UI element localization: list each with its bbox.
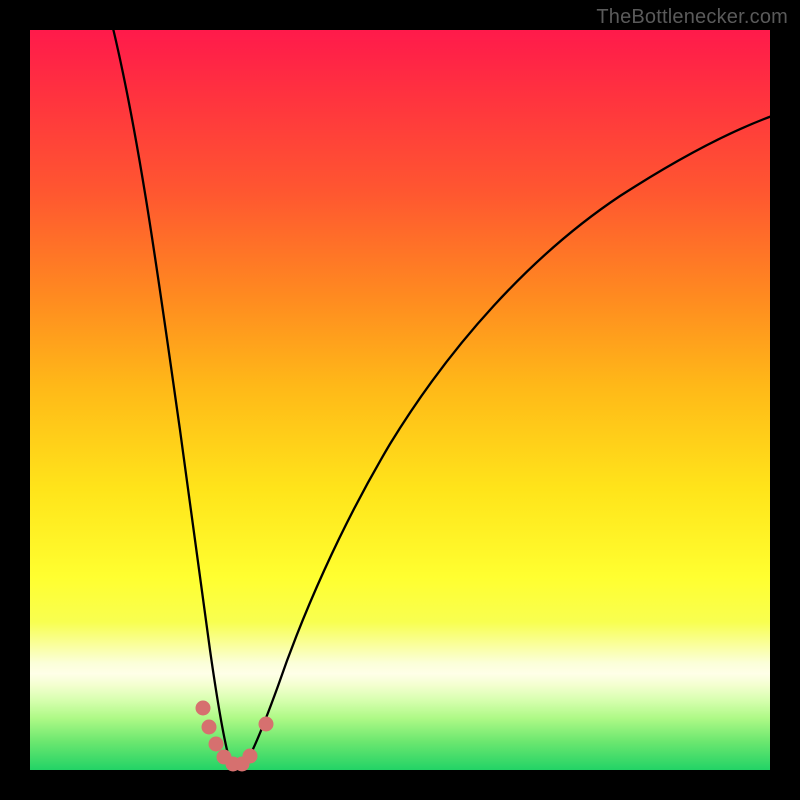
valley-markers — [196, 701, 273, 771]
curve-right-branch — [245, 116, 772, 764]
curve-left-branch — [112, 24, 234, 765]
valley-marker — [196, 701, 210, 715]
plot-area — [30, 30, 770, 770]
valley-marker — [243, 749, 257, 763]
valley-marker — [209, 737, 223, 751]
curve-layer — [30, 30, 770, 770]
valley-marker — [202, 720, 216, 734]
chart-stage: TheBottlenecker.com — [0, 0, 800, 800]
watermark-text: TheBottlenecker.com — [596, 6, 788, 29]
valley-marker — [259, 717, 273, 731]
